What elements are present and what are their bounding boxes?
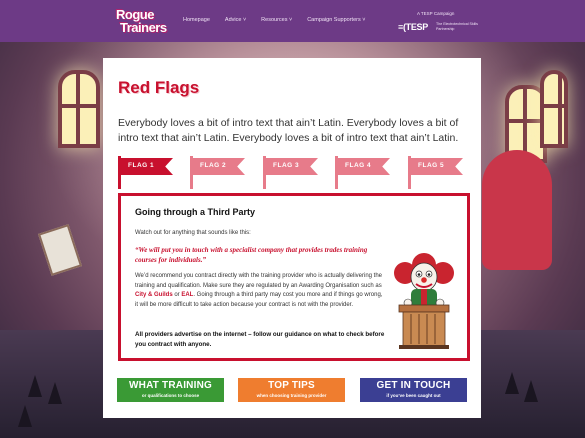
get-in-touch-button[interactable]: GET IN TOUCH if you’ve been caught out	[360, 378, 467, 402]
background-spike	[505, 372, 519, 394]
tab-flag-3[interactable]: FLAG 3	[263, 156, 323, 189]
flag-pole	[118, 156, 121, 189]
tab-flag-4[interactable]: FLAG 4	[335, 156, 395, 189]
panel-title: Going through a Third Party	[135, 207, 255, 217]
panel-lead: Watch out for anything that sounds like …	[135, 230, 251, 236]
flag-pole	[335, 156, 338, 189]
rogue-trainers-logo[interactable]: Rogue Trainers	[116, 8, 170, 36]
flag-label: FLAG 4	[345, 162, 372, 169]
city-and-guilds-link[interactable]: City & Guilds	[135, 292, 173, 298]
campaign-label: A TESP Campaign	[417, 11, 455, 16]
button-subtitle: if you’ve been caught out	[386, 393, 441, 398]
what-training-button[interactable]: WHAT TRAINING or qualifications to choos…	[117, 378, 224, 402]
tesp-logo[interactable]: ≡(TESP	[398, 22, 428, 32]
flag-label: FLAG 5	[418, 162, 445, 169]
tab-flag-2[interactable]: FLAG 2	[190, 156, 250, 189]
background-window-far-right	[540, 70, 568, 148]
button-subtitle: or qualifications to choose	[141, 393, 200, 398]
tab-flag-5[interactable]: FLAG 5	[408, 156, 468, 189]
flag-pole	[263, 156, 266, 189]
flag-label: FLAG 1	[128, 162, 155, 169]
button-title: TOP TIPS	[268, 380, 315, 391]
flag-tabs: FLAG 1 FLAG 2 FLAG 3 FLAG 4 FLAG 5	[118, 156, 466, 192]
button-title: WHAT TRAINING	[129, 380, 212, 391]
panel-quote: “We will put you in touch with a special…	[135, 246, 368, 264]
background-spike	[48, 382, 62, 404]
flag-label: FLAG 2	[200, 162, 227, 169]
flag-label: FLAG 3	[273, 162, 300, 169]
background-spike	[18, 405, 32, 427]
nav-item-resources[interactable]: Resources ˅	[261, 17, 292, 23]
flag-pole	[190, 156, 193, 189]
background-spike	[28, 375, 42, 397]
panel-warning: All providers advertise on the internet …	[135, 331, 385, 348]
main-card: Red Flags Everybody loves a bit of intro…	[103, 58, 481, 418]
page-title: Red Flags	[118, 78, 200, 97]
button-subtitle: when choosing training provider	[256, 393, 327, 398]
tesp-logo-subtitle: The Electrotechnical Skills Partnership	[436, 22, 478, 31]
flag-content-panel: Going through a Third Party Watch out fo…	[118, 193, 470, 361]
top-tips-button[interactable]: TOP TIPS when choosing training provider	[238, 378, 345, 402]
background-spike	[524, 380, 538, 402]
logo-line-2: Trainers	[120, 20, 167, 35]
panel-body: We’d recommend you contract directly wit…	[135, 272, 387, 310]
background-clown	[482, 150, 552, 270]
main-nav: Homepage Advice ˅ Resources ˅ Campaign S…	[183, 17, 365, 23]
flag-pole	[408, 156, 411, 189]
nav-item-advice[interactable]: Advice ˅	[225, 17, 246, 23]
background-window-left	[58, 70, 100, 148]
button-title: GET IN TOUCH	[376, 380, 451, 391]
intro-text: Everybody loves a bit of intro text that…	[118, 117, 459, 144]
nav-item-homepage[interactable]: Homepage	[183, 17, 210, 23]
tab-flag-1[interactable]: FLAG 1	[118, 156, 178, 189]
nav-item-campaign-supporters[interactable]: Campaign Supporters ˅	[307, 17, 365, 23]
eal-link[interactable]: EAL	[181, 292, 193, 298]
panel-body-text: We’d recommend you contract directly wit…	[135, 273, 383, 289]
site-header: Rogue Trainers Homepage Advice ˅ Resourc…	[0, 0, 585, 42]
clown-podium-illustration	[394, 253, 454, 349]
